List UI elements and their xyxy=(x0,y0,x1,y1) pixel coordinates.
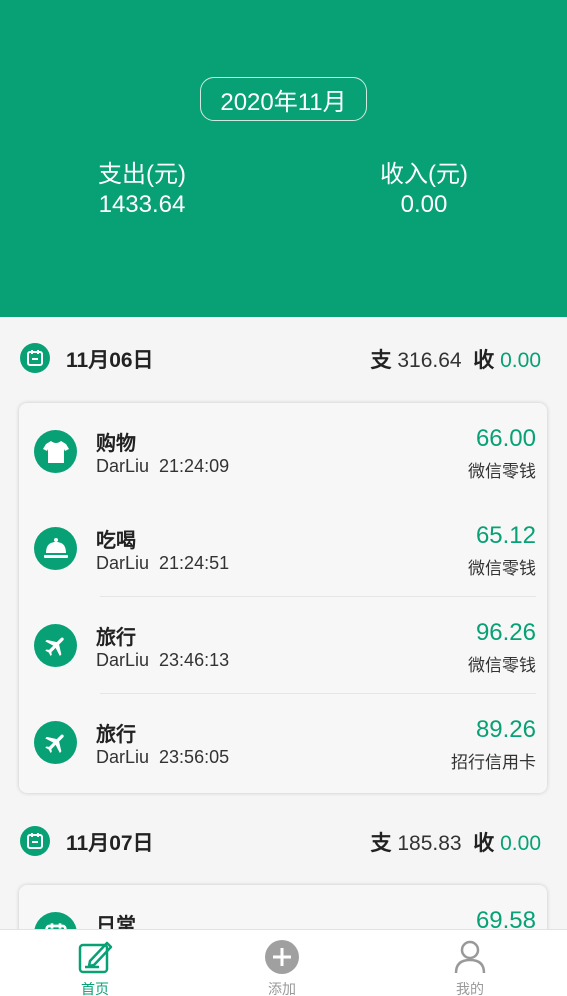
day-income-value: 0.00 xyxy=(500,832,541,855)
record-meta: DarLiu 21:24:09 xyxy=(96,456,229,477)
record-meta: DarLiu 23:56:05 xyxy=(96,747,229,768)
day-income-prefix: 收 xyxy=(473,349,495,372)
income-total: 0.00 xyxy=(400,191,448,218)
expense-summary: 支出(元) 1433.64 xyxy=(52,160,232,220)
airplane-icon xyxy=(34,624,77,667)
day-header: 11月07日 支 185.83 收 0.00 xyxy=(0,820,567,860)
day-expense-prefix: 支 xyxy=(370,349,392,372)
record-category: 购物 xyxy=(96,433,136,455)
record-row[interactable]: 旅行 DarLiu 23:56:05 89.26 招行信用卡 xyxy=(19,694,547,791)
day-totals: 支 316.64 收 0.00 xyxy=(371,344,541,374)
month-selector[interactable]: 2020年11月 xyxy=(200,77,367,121)
record-time: 21:24:51 xyxy=(159,553,230,573)
tab-home[interactable]: 首页 xyxy=(35,930,155,996)
record-user: DarLiu xyxy=(96,456,150,476)
bottom-tab-bar: 首页 添加 我的 xyxy=(0,929,567,996)
tshirt-icon xyxy=(34,430,77,473)
tab-label: 添加 xyxy=(268,981,296,996)
record-row[interactable]: 吃喝 DarLiu 21:24:51 65.12 微信零钱 xyxy=(19,500,547,597)
day-date: 11月06日 xyxy=(66,349,154,372)
record-amount: 96.26 xyxy=(475,619,536,646)
record-account: 招行信用卡 xyxy=(451,753,536,772)
record-row[interactable]: 旅行 DarLiu 23:46:13 96.26 微信零钱 xyxy=(19,597,547,694)
record-amount: 65.12 xyxy=(475,522,536,549)
record-row[interactable]: 购物 DarLiu 21:24:09 66.00 微信零钱 xyxy=(19,403,547,500)
expense-label: 支出(元) xyxy=(98,161,186,188)
record-account: 微信零钱 xyxy=(468,656,536,675)
record-meta: DarLiu 21:24:51 xyxy=(96,553,229,574)
record-amount: 66.00 xyxy=(475,425,536,452)
plus-circle-icon xyxy=(264,939,300,975)
calendar-icon xyxy=(20,826,50,856)
record-category: 旅行 xyxy=(96,724,136,746)
edit-icon xyxy=(77,939,113,975)
record-time: 23:46:13 xyxy=(159,650,230,670)
record-account: 微信零钱 xyxy=(468,462,536,481)
tab-add[interactable]: 添加 xyxy=(222,930,342,996)
record-user: DarLiu xyxy=(96,747,150,767)
day-expense-value: 316.64 xyxy=(397,349,462,372)
calendar-icon xyxy=(20,343,50,373)
user-icon xyxy=(452,939,488,975)
tab-label: 首页 xyxy=(81,981,109,996)
tab-label: 我的 xyxy=(456,981,484,996)
record-account: 微信零钱 xyxy=(468,559,536,578)
record-category: 旅行 xyxy=(96,627,136,649)
day-expense-prefix: 支 xyxy=(370,832,392,855)
day-records-card: 购物 DarLiu 21:24:09 66.00 微信零钱 吃喝 DarLiu 21… xyxy=(19,403,547,793)
income-summary: 收入(元) 0.00 xyxy=(334,160,514,220)
record-time: 21:24:09 xyxy=(159,456,230,476)
day-date: 11月07日 xyxy=(66,832,154,855)
expense-total: 1433.64 xyxy=(98,191,186,218)
tab-mine[interactable]: 我的 xyxy=(410,930,530,996)
record-amount: 89.26 xyxy=(475,716,536,743)
record-time: 23:56:05 xyxy=(159,747,230,767)
food-cloche-icon xyxy=(34,527,77,570)
summary-header: 2020年11月 支出(元) 1433.64 收入(元) 0.00 xyxy=(0,0,567,317)
record-meta: DarLiu 23:46:13 xyxy=(96,650,229,671)
record-user: DarLiu xyxy=(96,553,150,573)
income-label: 收入(元) xyxy=(380,161,468,188)
day-expense-value: 185.83 xyxy=(397,832,462,855)
record-user: DarLiu xyxy=(96,650,150,670)
airplane-icon xyxy=(34,721,77,764)
day-header: 11月06日 支 316.64 收 0.00 xyxy=(0,337,567,377)
record-category: 吃喝 xyxy=(96,530,136,552)
day-income-value: 0.00 xyxy=(500,349,541,372)
day-income-prefix: 收 xyxy=(473,832,495,855)
day-totals: 支 185.83 收 0.00 xyxy=(371,827,541,857)
